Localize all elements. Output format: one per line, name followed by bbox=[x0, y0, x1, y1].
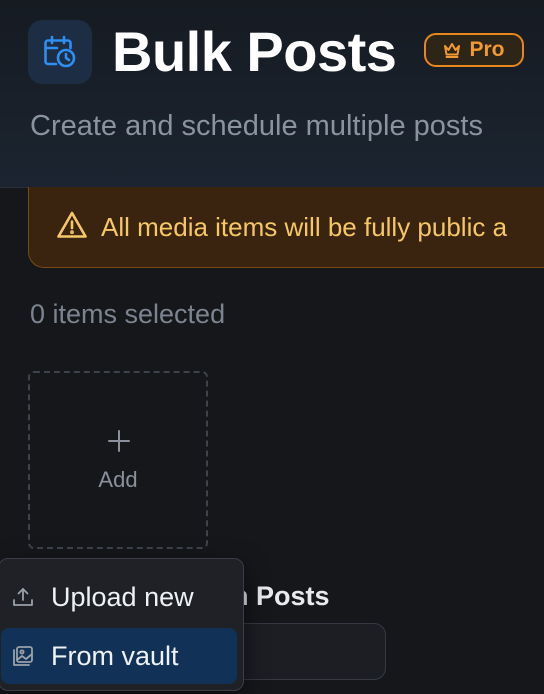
crown-icon bbox=[444, 43, 461, 58]
image-gallery-icon bbox=[13, 646, 33, 666]
from-vault-menu-item[interactable]: From vault bbox=[1, 628, 237, 684]
upload-icon bbox=[13, 588, 33, 606]
warning-triangle-icon bbox=[57, 211, 87, 238]
bulk-posts-page: Bulk Posts Pro Create and schedule multi… bbox=[0, 0, 544, 694]
add-media-dropdown: Upload new From vault bbox=[0, 558, 244, 691]
selection-count: 0 items selected bbox=[30, 299, 226, 329]
calendar-clock-icon bbox=[28, 20, 92, 84]
from-vault-label: From vault bbox=[51, 641, 179, 671]
upload-new-label: Upload new bbox=[51, 582, 194, 612]
add-media-button[interactable]: Add bbox=[28, 371, 208, 549]
page-subtitle: Create and schedule multiple posts bbox=[30, 110, 483, 142]
add-media-label: Add bbox=[98, 467, 138, 492]
page-title: Bulk Posts bbox=[112, 20, 397, 83]
pro-badge: Pro bbox=[424, 33, 524, 67]
plus-icon bbox=[108, 430, 130, 452]
upload-new-menu-item[interactable]: Upload new bbox=[1, 569, 237, 625]
page-header: Bulk Posts Pro Create and schedule multi… bbox=[0, 0, 544, 188]
public-media-warning: All media items will be fully public a bbox=[28, 187, 544, 268]
warning-text: All media items will be fully public a bbox=[101, 212, 508, 242]
pro-badge-label: Pro bbox=[469, 38, 505, 61]
posts-section-label: n Posts bbox=[232, 581, 330, 611]
